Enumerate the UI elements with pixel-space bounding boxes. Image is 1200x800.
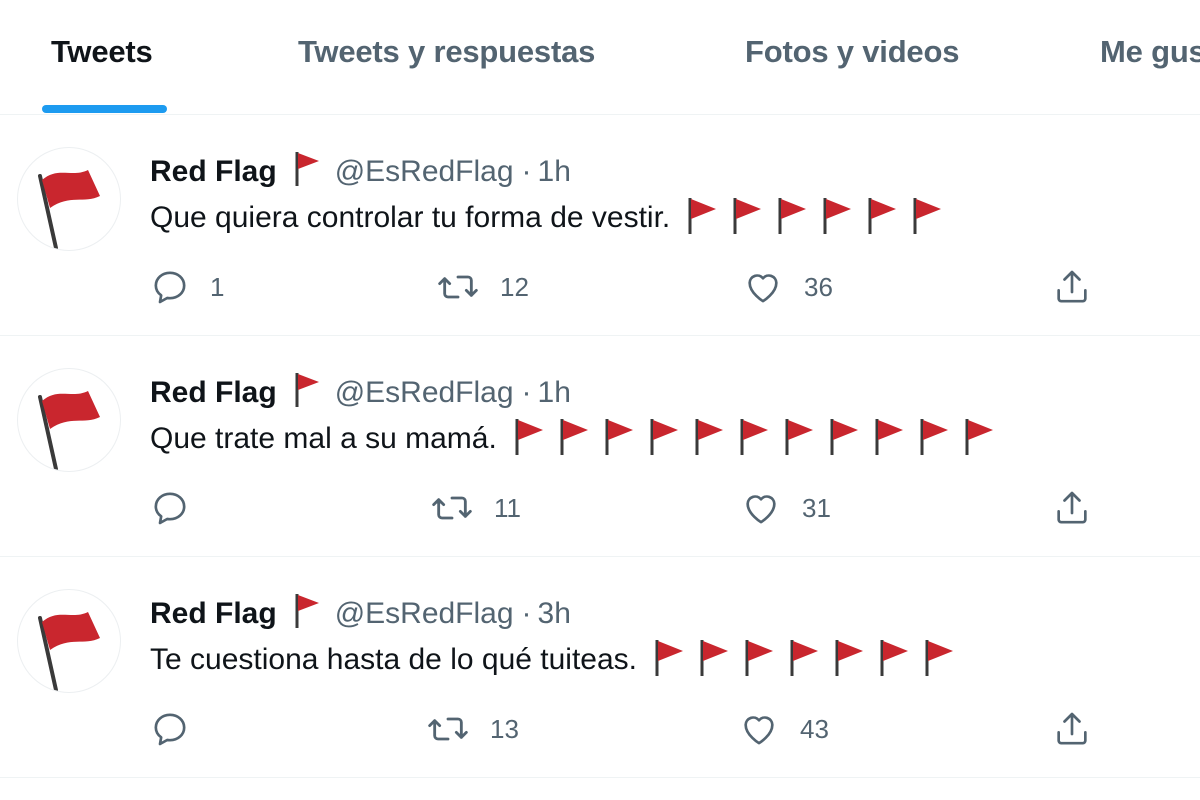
red-flag-emoji-icon — [790, 640, 819, 676]
red-flag-icon — [38, 170, 100, 250]
like-button[interactable]: 31 — [740, 486, 831, 530]
share-button[interactable] — [1052, 265, 1092, 309]
red-flag-emoji-icon — [875, 419, 903, 455]
heart-icon — [744, 716, 774, 745]
red-flag-emoji-icon — [688, 198, 717, 234]
flag-emoji-icon — [291, 591, 321, 640]
user-handle[interactable]: @EsRedFlag — [335, 376, 514, 409]
red-flag-emoji-icon — [785, 419, 813, 455]
user-handle[interactable]: @EsRedFlag — [335, 155, 514, 188]
profile-tabs: Tweets Tweets y respuestas Fotos y video… — [0, 0, 1200, 115]
like-count: 31 — [802, 492, 831, 523]
red-flag-emoji-icon — [700, 640, 729, 676]
red-flag-emoji-icon — [695, 419, 723, 455]
tweet-body: Te cuestiona hasta de lo qué tuiteas. — [150, 643, 638, 676]
retweet-count: 11 — [494, 492, 521, 523]
share-upload-icon — [1057, 491, 1087, 524]
heart-icon — [746, 495, 776, 524]
tweet-text: Que trate mal a su mamá. — [150, 416, 1006, 460]
red-flag-emoji-icon — [745, 640, 774, 676]
tab-tweets-y-respuestas[interactable]: Tweets y respuestas — [298, 34, 595, 70]
red-flag-icon — [38, 612, 100, 692]
reply-button[interactable]: 1 — [150, 265, 224, 309]
tweet-text: Que quiera controlar tu forma de vestir. — [150, 195, 954, 239]
red-flag-emoji-icon — [740, 419, 768, 455]
red-flag-emoji-icon — [868, 198, 897, 234]
avatar[interactable] — [17, 147, 121, 251]
red-flag-emoji-icon — [655, 640, 684, 676]
red-flag-emoji-icon — [823, 198, 852, 234]
display-name[interactable]: Red Flag — [150, 155, 277, 188]
retweet-count: 13 — [490, 713, 519, 744]
red-flag-emoji-icon — [733, 198, 762, 234]
red-flag-emoji-icon — [605, 419, 633, 455]
red-flag-emoji-icon — [778, 198, 807, 234]
retweet-button[interactable]: 12 — [436, 265, 529, 309]
flag-emoji-row — [511, 416, 1006, 469]
red-flag-emoji-icon — [515, 419, 543, 455]
retweet-icon — [432, 496, 472, 520]
tab-fotos-y-videos[interactable]: Fotos y videos — [745, 34, 959, 70]
reply-bubble-icon — [154, 271, 186, 304]
separator-dot: · — [521, 376, 532, 409]
avatar[interactable] — [17, 368, 121, 472]
reply-button[interactable] — [150, 486, 210, 530]
tweet-header: Red Flag @EsRedFlag · 3h — [150, 591, 571, 631]
tweet[interactable]: Red Flag @EsRedFlag · 3h Te cuestiona hast… — [0, 557, 1200, 778]
separator-dot: · — [521, 155, 532, 188]
share-button[interactable] — [1052, 486, 1092, 530]
red-flag-emoji-icon — [965, 419, 993, 455]
retweet-icon — [438, 275, 478, 299]
tweet-body: Que trate mal a su mamá. — [150, 422, 497, 455]
share-upload-icon — [1057, 712, 1087, 745]
display-name[interactable]: Red Flag — [150, 376, 277, 409]
tweet[interactable]: Red Flag @EsRedFlag · 1h Que quiera contro… — [0, 115, 1200, 336]
display-name[interactable]: Red Flag — [150, 597, 277, 630]
red-flag-emoji-icon — [830, 419, 858, 455]
tweet-body: Que quiera controlar tu forma de vestir. — [150, 201, 671, 234]
reply-button[interactable] — [150, 707, 210, 751]
timestamp[interactable]: 1h — [538, 155, 571, 188]
reply-count: 1 — [210, 271, 225, 302]
share-button[interactable] — [1052, 707, 1092, 751]
user-handle[interactable]: @EsRedFlag — [335, 597, 514, 630]
timestamp[interactable]: 1h — [538, 376, 571, 409]
like-count: 36 — [804, 271, 833, 302]
flag-emoji-row — [651, 637, 966, 690]
separator-dot: · — [521, 597, 532, 630]
retweet-button[interactable]: 11 — [430, 486, 521, 530]
flag-emoji-icon — [291, 370, 321, 419]
red-flag-emoji-icon — [650, 419, 678, 455]
like-count: 43 — [800, 713, 829, 744]
timestamp[interactable]: 3h — [538, 597, 571, 630]
red-flag-emoji-icon — [925, 640, 954, 676]
like-button[interactable]: 36 — [742, 265, 833, 309]
tab-tweets[interactable]: Tweets — [51, 34, 153, 70]
flag-emoji-row — [684, 195, 954, 248]
retweet-count: 12 — [500, 271, 529, 302]
red-flag-emoji-icon — [913, 198, 942, 234]
heart-icon — [748, 274, 778, 303]
flag-emoji-icon — [291, 149, 321, 198]
share-upload-icon — [1057, 270, 1087, 303]
retweet-button[interactable]: 13 — [426, 707, 519, 751]
reply-bubble-icon — [154, 713, 186, 746]
tab-me-gusta[interactable]: Me gus — [1100, 34, 1200, 70]
retweet-icon — [428, 717, 468, 741]
tweet-text: Te cuestiona hasta de lo qué tuiteas. — [150, 637, 966, 681]
tweet-header: Red Flag @EsRedFlag · 1h — [150, 149, 571, 189]
tweet-header: Red Flag @EsRedFlag · 1h — [150, 370, 571, 410]
red-flag-emoji-icon — [920, 419, 948, 455]
red-flag-icon — [38, 391, 100, 471]
like-button[interactable]: 43 — [738, 707, 829, 751]
red-flag-emoji-icon — [560, 419, 588, 455]
red-flag-emoji-icon — [880, 640, 909, 676]
active-tab-indicator — [42, 105, 167, 113]
red-flag-emoji-icon — [835, 640, 864, 676]
reply-bubble-icon — [154, 492, 186, 525]
tweet[interactable]: Red Flag @EsRedFlag · 1h Que trate mal a s… — [0, 336, 1200, 557]
avatar[interactable] — [17, 589, 121, 693]
